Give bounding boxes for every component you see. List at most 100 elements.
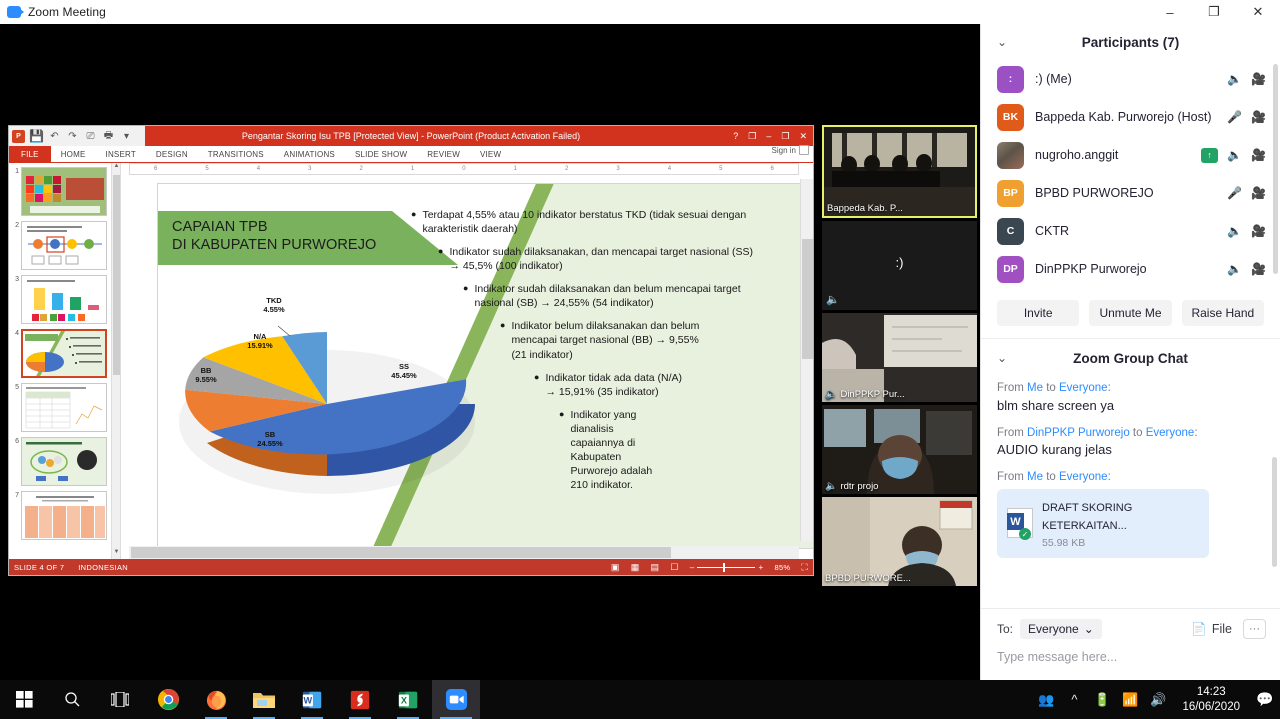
video-off-icon[interactable]: 🎥 [1251,224,1266,239]
start-button[interactable] [0,680,48,719]
slide-thumbnail-4[interactable] [21,329,107,378]
video-on-icon[interactable]: 🎥 [1251,110,1266,125]
participant-row-cktr[interactable]: C CKTR 🔈 🎥 [981,212,1280,250]
chrome-button[interactable] [144,680,192,719]
mic-muted-icon[interactable]: 🔈 [1227,148,1242,163]
chat-header[interactable]: ⌄ Zoom Group Chat [981,339,1280,377]
invite-button[interactable]: Invite [997,300,1080,326]
mic-on-icon[interactable]: 🎤 [1227,186,1242,201]
thumbnail-scrollbar[interactable]: ▲ ▼ [111,163,120,559]
thumbnail-row[interactable]: 1 [11,167,118,216]
unmute-me-button[interactable]: Unmute Me [1089,300,1172,326]
file-explorer-button[interactable] [240,680,288,719]
video-off-icon[interactable]: 🎥 [1251,72,1266,87]
firefox-button[interactable] [192,680,240,719]
thumbnail-row[interactable]: 5 [11,383,118,432]
slide-thumbnail-1[interactable] [21,167,107,216]
minimize-button[interactable]: – [1148,0,1192,24]
video-on-icon[interactable]: 🎥 [1251,186,1266,201]
language-indicator[interactable]: INDONESIAN [78,563,128,572]
chat-scrollbar[interactable] [1272,457,1277,605]
scroll-down-icon[interactable]: ▼ [112,549,120,559]
ribbon-tab-slide-show[interactable]: SLIDE SHOW [345,146,417,162]
more-options-button[interactable]: ··· [1243,619,1266,639]
volume-icon[interactable]: 🔊 [1144,680,1172,719]
slide-vertical-scrollbar[interactable] [800,179,813,541]
word-button[interactable]: W [288,680,336,719]
ppt-help-button[interactable]: ? [733,131,738,141]
zoom-out-button[interactable]: – [690,563,695,572]
slide-show-icon[interactable]: ☐ [670,562,678,573]
ppt-restore-button[interactable]: ❐ [781,131,789,142]
mic-on-icon[interactable]: 🎤 [1227,110,1242,125]
slide-sorter-icon[interactable]: ▦ [631,562,640,573]
chat-input[interactable]: Type message here... [997,650,1266,664]
powerpoint-ribbon-tabs[interactable]: FILE HOME INSERT DESIGN TRANSITIONS ANIM… [9,146,813,163]
video-tile-rdtr[interactable]: 🔈 rdtr projo [822,405,977,494]
vertical-scrollbar-thumb[interactable] [802,239,813,359]
chat-file-card[interactable]: W ✓ DRAFT SKORING KETERKAITAN... 55.98 KB [997,488,1209,558]
chevron-down-icon[interactable]: ⌄ [997,35,1007,49]
current-slide[interactable]: CAPAIAN TPB DI KABUPATEN PURWOREJO ● Ter… [157,183,813,549]
slide-editing-area[interactable]: CAPAIAN TPB DI KABUPATEN PURWOREJO ● Ter… [129,179,813,549]
zoom-level[interactable]: 85% [774,563,790,572]
ribbon-tab-design[interactable]: DESIGN [146,146,198,162]
ribbon-tab-view[interactable]: VIEW [470,146,511,162]
restore-button[interactable]: ❐ [1192,0,1236,24]
zoom-button[interactable] [432,680,480,719]
participants-scrollbar-thumb[interactable] [1273,64,1278,274]
reading-view-icon[interactable]: ▤ [651,562,660,573]
slide-thumbnail-pane[interactable]: 1 2 3 4 5 6 7 ▲ ▼ [9,163,121,559]
video-tile-dinppkp[interactable]: 🔈 DinPPKP Pur... [822,313,977,402]
send-file-button[interactable]: 📄 File [1191,622,1232,637]
slide-horizontal-scrollbar[interactable] [129,546,799,559]
slide-thumbnail-3[interactable] [21,275,107,324]
zoom-knob[interactable] [723,562,726,572]
zoom-in-button[interactable]: + [758,563,763,572]
slide-thumbnail-5[interactable] [21,383,107,432]
powerpoint-window[interactable]: P 💾 ↶ ↷ ⎚ 🖶 ▾ Pengantar Skoring Isu TPB … [8,125,814,576]
ppt-ribbon-display-button[interactable]: ❐ [748,131,756,142]
task-view-button[interactable] [96,680,144,719]
participant-row-me[interactable]: : :) (Me) 🔈 🎥 [981,60,1280,98]
video-on-icon[interactable]: 🎥 [1251,262,1266,277]
notification-center-icon[interactable]: 💬 [1250,680,1280,719]
participant-row-nugroho[interactable]: nugroho.anggit ↑ 🔈 🎥 [981,136,1280,174]
video-tile-me[interactable]: :) 🔈 [822,221,977,310]
scroll-up-icon[interactable]: ▲ [112,163,120,173]
ribbon-tab-home[interactable]: HOME [51,146,96,162]
recipient-dropdown[interactable]: Everyone ⌄ [1020,619,1102,639]
thumbnail-row[interactable]: 6 [11,437,118,486]
participant-row-bpbd[interactable]: BP BPBD PURWOREJO 🎤 🎥 [981,174,1280,212]
slide-thumbnail-7[interactable] [21,491,107,540]
mic-muted-icon[interactable]: 🔈 [1227,262,1242,277]
search-button[interactable] [48,680,96,719]
thumbnail-row[interactable]: 3 [11,275,118,324]
participant-row-dinppkp[interactable]: DP DinPPKP Purworejo 🔈 🎥 [981,250,1280,288]
shared-screen-stage[interactable]: P 💾 ↶ ↷ ⎚ 🖶 ▾ Pengantar Skoring Isu TPB … [0,24,980,680]
show-hidden-icons-icon[interactable]: ^ [1060,680,1088,719]
powerpoint-signin[interactable]: Sign in [772,145,809,155]
participants-header[interactable]: ⌄ Participants (7) [981,24,1280,60]
clock[interactable]: 14:23 16/06/2020 [1172,685,1250,714]
zoom-slider[interactable]: – + [690,562,764,572]
ribbon-tab-animations[interactable]: ANIMATIONS [274,146,345,162]
fit-slide-icon[interactable]: ⛶ [801,562,808,573]
ppt-close-button[interactable]: ✕ [799,131,807,142]
raise-hand-button[interactable]: Raise Hand [1181,300,1264,326]
mic-muted-icon[interactable]: 🔈 [1227,224,1242,239]
video-tile-bpbd[interactable]: BPBD PURWORE... [822,497,977,586]
close-button[interactable]: ✕ [1236,0,1280,24]
chevron-down-icon[interactable]: ⌄ [997,351,1007,365]
ribbon-tab-file[interactable]: FILE [9,146,51,162]
video-on-icon[interactable]: 🎥 [1251,148,1266,163]
participant-row-bappeda[interactable]: BK Bappeda Kab. Purworejo (Host) 🎤 🎥 [981,98,1280,136]
zoom-track[interactable] [697,562,756,572]
ribbon-tab-insert[interactable]: INSERT [96,146,146,162]
ribbon-tab-transitions[interactable]: TRANSITIONS [198,146,274,162]
wifi-icon[interactable]: 📶 [1116,680,1144,719]
thumbnail-row[interactable]: 2 [11,221,118,270]
thumbnail-scrollbar-thumb[interactable] [113,175,120,375]
horizontal-scrollbar-thumb[interactable] [131,547,671,558]
pdf-reader-button[interactable] [336,680,384,719]
